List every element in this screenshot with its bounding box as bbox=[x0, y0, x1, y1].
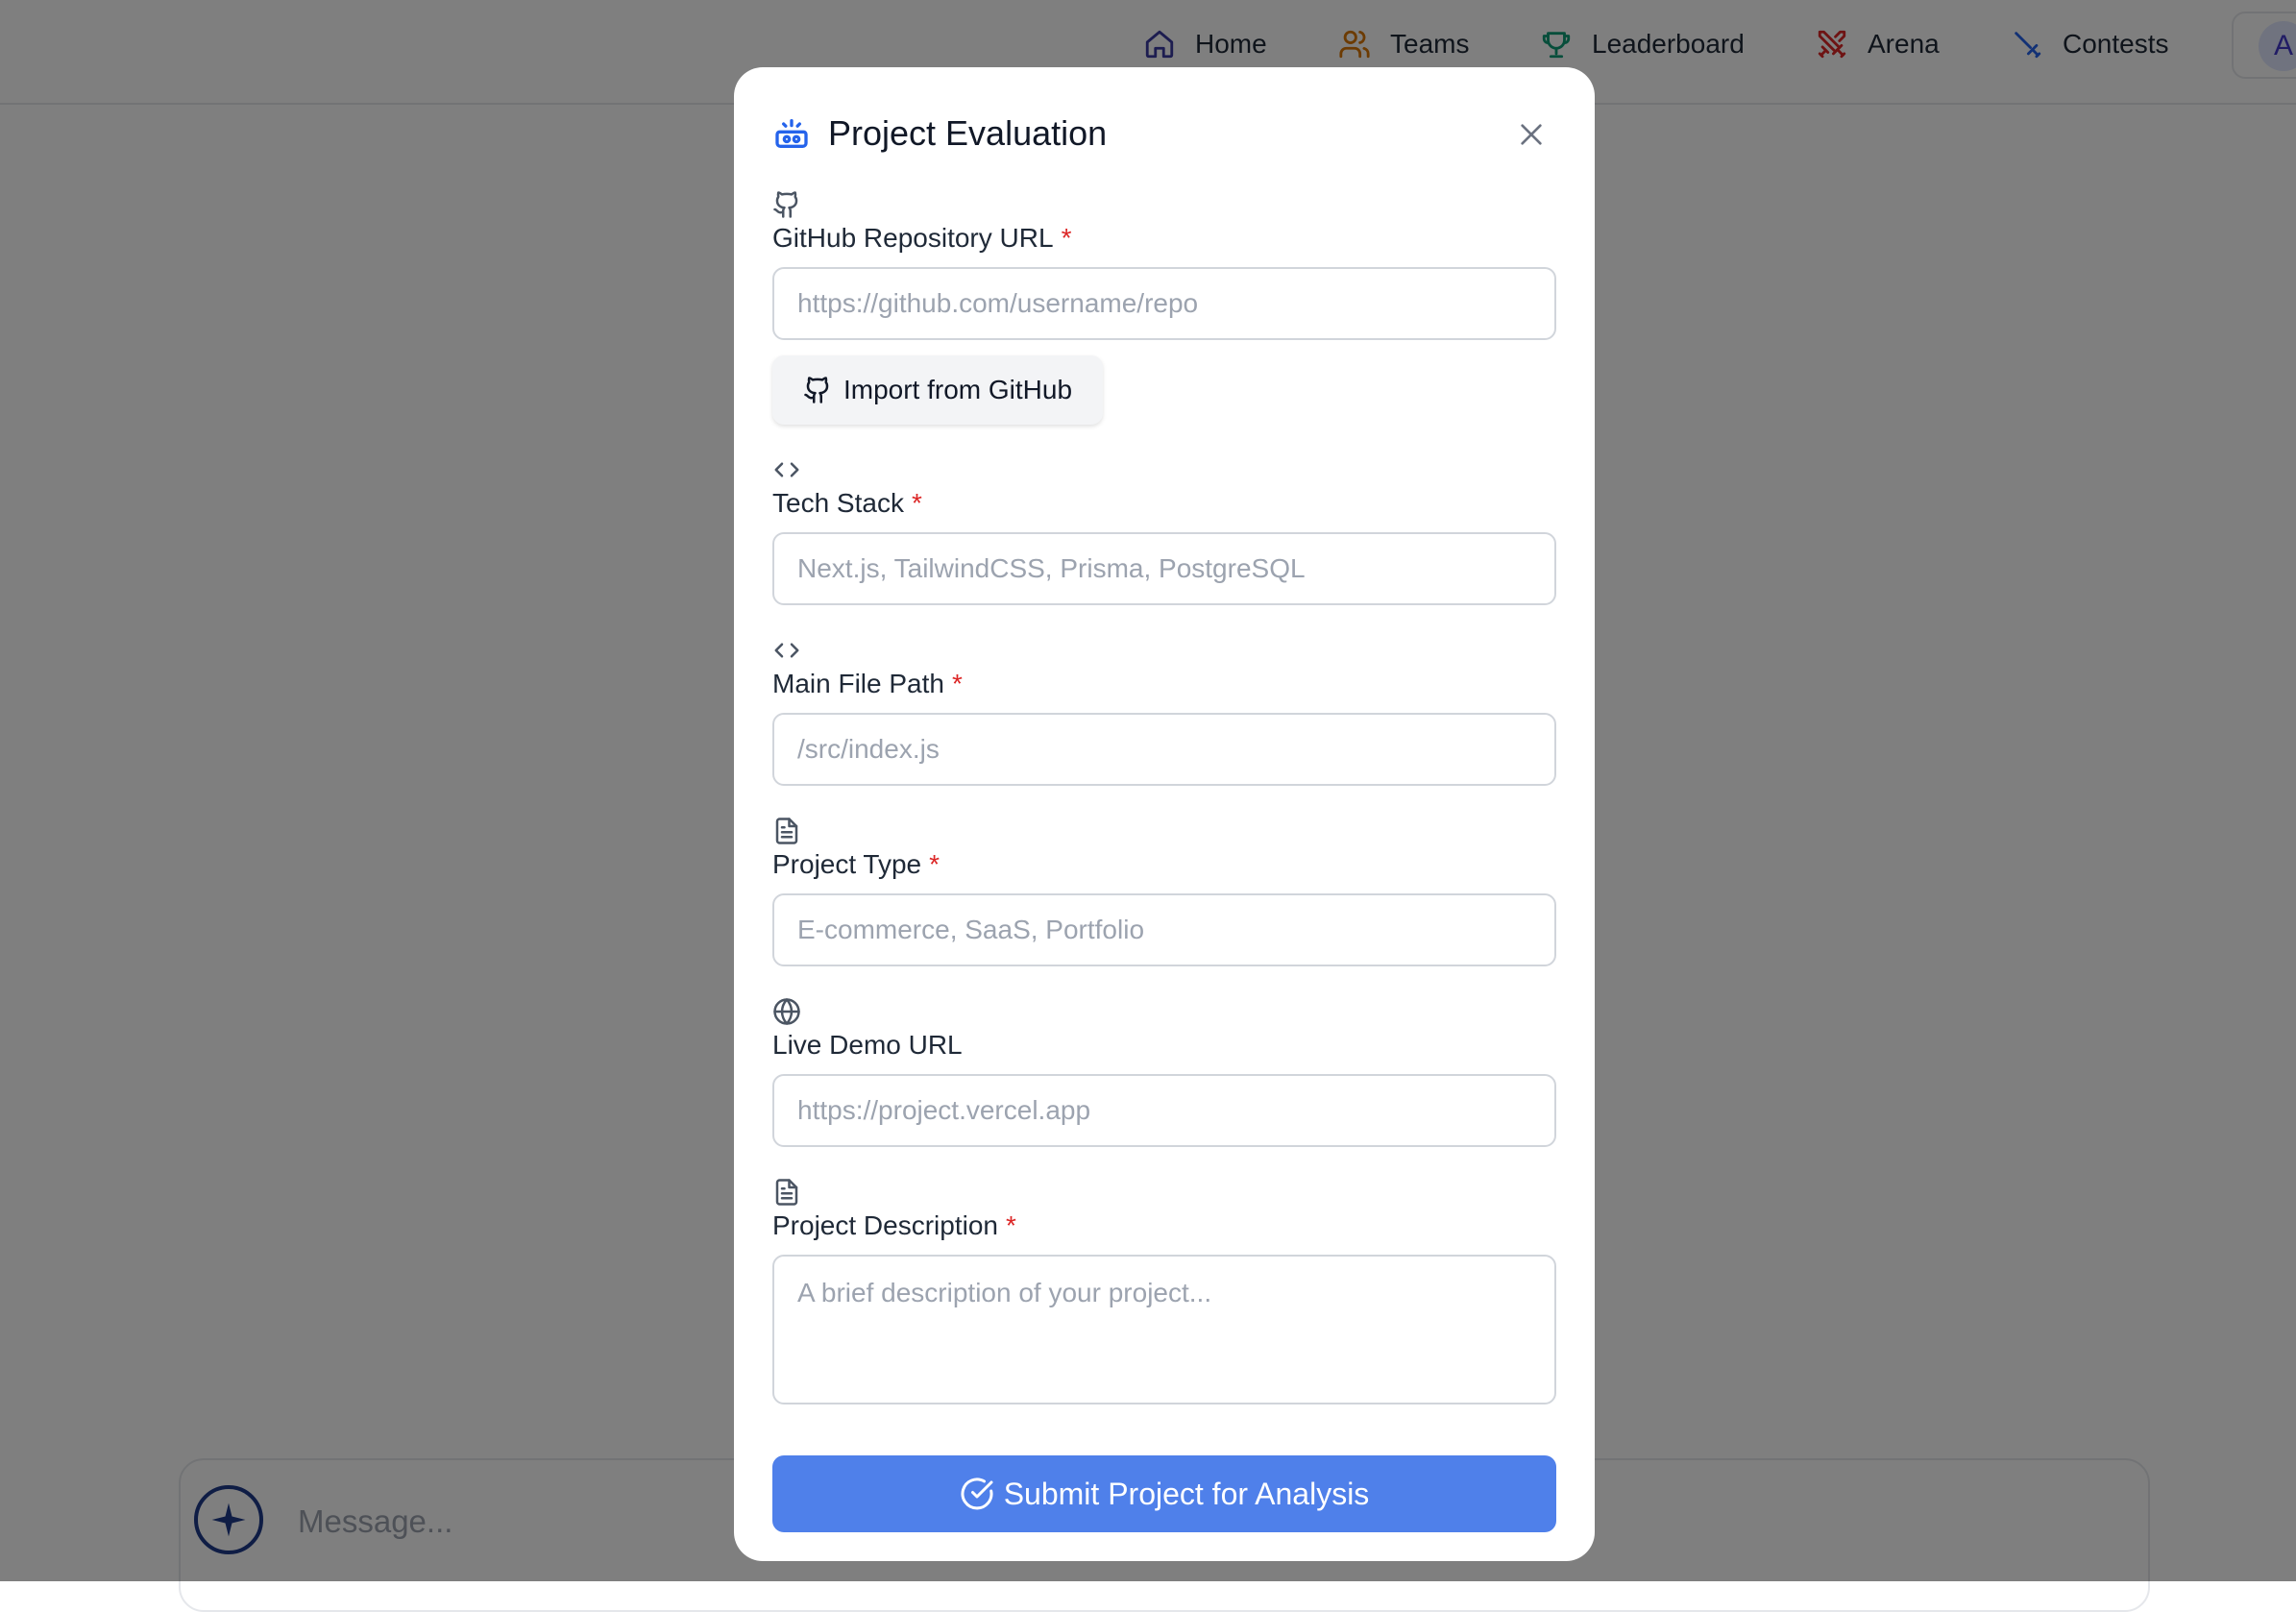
live-demo-url-label: Live Demo URL bbox=[772, 1030, 963, 1061]
project-type-label-text: Project Type bbox=[772, 849, 922, 879]
project-evaluation-modal: Project Evaluation GitHub Repository URL… bbox=[734, 67, 1595, 1561]
live-demo-url-input[interactable] bbox=[772, 1074, 1556, 1147]
required-marker: * bbox=[1005, 1210, 1016, 1240]
project-description-textarea[interactable] bbox=[772, 1255, 1556, 1404]
import-button-label: Import from GitHub bbox=[843, 375, 1073, 404]
tech-stack-label-text: Tech Stack bbox=[772, 488, 904, 518]
project-description-label-text: Project Description bbox=[772, 1210, 998, 1240]
main-file-path-input[interactable] bbox=[772, 713, 1556, 786]
file-text-icon bbox=[772, 1178, 801, 1207]
code-icon bbox=[772, 636, 801, 665]
globe-icon bbox=[772, 997, 801, 1026]
github-icon bbox=[804, 377, 829, 403]
tech-stack-label: Tech Stack * bbox=[772, 488, 922, 519]
main-file-path-label-text: Main File Path bbox=[772, 669, 944, 698]
project-description-label: Project Description * bbox=[772, 1210, 1016, 1241]
github-url-input[interactable] bbox=[772, 267, 1556, 340]
live-demo-url-label-text: Live Demo URL bbox=[772, 1030, 963, 1060]
check-circle-icon bbox=[961, 1478, 993, 1510]
close-icon bbox=[1521, 124, 1542, 145]
import-from-github-button[interactable]: Import from GitHub bbox=[772, 355, 1103, 425]
submit-button-label: Submit Project for Analysis bbox=[1003, 1476, 1370, 1511]
file-text-icon bbox=[772, 817, 801, 845]
code-icon bbox=[772, 455, 801, 484]
required-marker: * bbox=[911, 488, 922, 518]
github-icon bbox=[772, 190, 801, 219]
main-file-path-label: Main File Path * bbox=[772, 669, 963, 699]
github-url-label: GitHub Repository URL * bbox=[772, 223, 1071, 254]
modal-title: Project Evaluation bbox=[828, 113, 1108, 153]
close-button[interactable] bbox=[1510, 113, 1552, 156]
project-type-label: Project Type * bbox=[772, 849, 940, 880]
submit-project-button[interactable]: Submit Project for Analysis bbox=[772, 1455, 1556, 1532]
required-marker: * bbox=[929, 849, 940, 879]
required-marker: * bbox=[1061, 223, 1072, 253]
project-type-input[interactable] bbox=[772, 893, 1556, 966]
modal-header: Project Evaluation bbox=[772, 110, 1107, 158]
robot-icon bbox=[775, 119, 808, 148]
github-url-label-text: GitHub Repository URL bbox=[772, 223, 1054, 253]
required-marker: * bbox=[951, 669, 963, 698]
tech-stack-input[interactable] bbox=[772, 532, 1556, 605]
